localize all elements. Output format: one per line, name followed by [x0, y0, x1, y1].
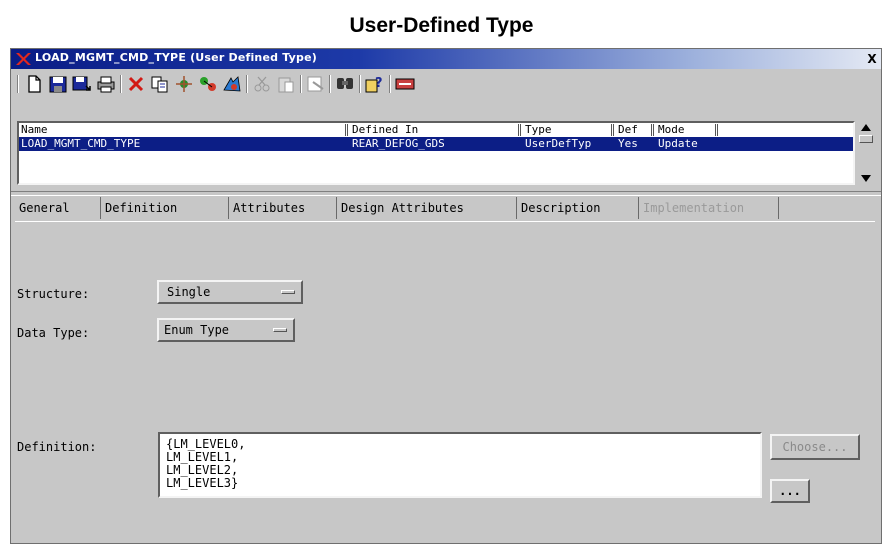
column-divider[interactable] [345, 124, 348, 136]
definition-panel: Structure: Single Data Type: Enum Type D… [15, 222, 875, 537]
ellipsis-button[interactable]: ... [770, 479, 810, 503]
data-type-label: Data Type: [17, 326, 90, 340]
tab-attributes[interactable]: Attributes [229, 197, 337, 219]
delete-icon[interactable] [125, 73, 147, 95]
toolbar-separator [300, 75, 302, 93]
tab-implementation[interactable]: Implementation [639, 197, 779, 219]
list-scrollbar[interactable] [857, 119, 875, 187]
user-defined-type-window: LOAD_MGMT_CMD_TYPE (User Defined Type) X [10, 48, 882, 544]
save-icon[interactable] [47, 73, 69, 95]
app-logo-icon [16, 53, 31, 65]
scroll-up-arrow-icon[interactable] [859, 121, 873, 133]
find-icon[interactable] [334, 73, 356, 95]
svg-text:?: ? [375, 76, 383, 91]
column-header-mode[interactable]: Mode [656, 123, 685, 137]
toolbar-separator [246, 75, 248, 93]
tab-design-attributes[interactable]: Design Attributes [337, 197, 517, 219]
print-icon[interactable] [95, 73, 117, 95]
column-header-defined-in[interactable]: Defined In [350, 123, 418, 137]
element-list[interactable]: Name Defined In Type Def Mode LOAD_MGMT_… [17, 121, 855, 185]
references-icon[interactable] [173, 73, 195, 95]
paste-icon[interactable] [275, 73, 297, 95]
column-divider[interactable] [651, 124, 654, 136]
tab-definition[interactable]: Definition [101, 197, 229, 219]
save-all-icon[interactable] [71, 73, 93, 95]
option-menu-indicator-icon [281, 290, 295, 294]
column-divider[interactable] [518, 124, 521, 136]
cell-mode: Update [658, 137, 698, 150]
tab-description[interactable]: Description [517, 197, 639, 219]
list-header: Name Defined In Type Def Mode [19, 123, 853, 138]
window-close-button[interactable]: X [865, 52, 879, 66]
cell-def: Yes [618, 137, 638, 150]
structure-label: Structure: [17, 287, 90, 301]
cell-defined-in: REAR_DEFOG_GDS [352, 137, 445, 150]
toolbar-separator [359, 75, 361, 93]
window-titlebar[interactable]: LOAD_MGMT_CMD_TYPE (User Defined Type) X [11, 49, 881, 69]
scroll-down-arrow-icon[interactable] [859, 173, 873, 185]
cut-icon[interactable] [251, 73, 273, 95]
toolbar-separator [389, 75, 391, 93]
new-icon[interactable] [23, 73, 45, 95]
definition-textarea[interactable]: {LM_LEVEL0, LM_LEVEL1, LM_LEVEL2, LM_LEV… [158, 432, 762, 498]
settings-icon[interactable] [394, 73, 416, 95]
toolbar-separator [120, 75, 122, 93]
option-menu-indicator-icon [273, 328, 287, 332]
column-divider[interactable] [611, 124, 614, 136]
structure-select[interactable]: Single [157, 280, 303, 304]
column-header-def[interactable]: Def [616, 123, 638, 137]
toolbar: ? [13, 71, 873, 97]
definition-label: Definition: [17, 440, 97, 454]
page-caption: User-Defined Type [349, 14, 534, 37]
copy-icon[interactable] [149, 73, 171, 95]
browser-icon[interactable] [221, 73, 243, 95]
table-row[interactable]: LOAD_MGMT_CMD_TYPE REAR_DEFOG_GDS UserDe… [19, 137, 853, 151]
choose-button[interactable]: Choose... [770, 434, 860, 460]
relations-icon[interactable] [197, 73, 219, 95]
locate-icon[interactable] [305, 73, 327, 95]
toolbar-separator [17, 75, 19, 93]
cell-name: LOAD_MGMT_CMD_TYPE [21, 137, 141, 150]
column-header-type[interactable]: Type [523, 123, 552, 137]
structure-value: Single [167, 285, 211, 299]
help-icon[interactable]: ? [364, 73, 386, 95]
window-title: LOAD_MGMT_CMD_TYPE (User Defined Type) [35, 51, 317, 64]
data-type-value: Enum Type [164, 323, 230, 337]
pane-divider[interactable] [11, 191, 881, 196]
scroll-thumb[interactable] [859, 135, 873, 143]
tab-general[interactable]: General [15, 197, 101, 219]
column-header-name[interactable]: Name [19, 123, 48, 137]
column-divider[interactable] [715, 124, 718, 136]
data-type-select[interactable]: Enum Type [157, 318, 295, 342]
toolbar-separator [329, 75, 331, 93]
cell-type: UserDefTyp [525, 137, 592, 150]
